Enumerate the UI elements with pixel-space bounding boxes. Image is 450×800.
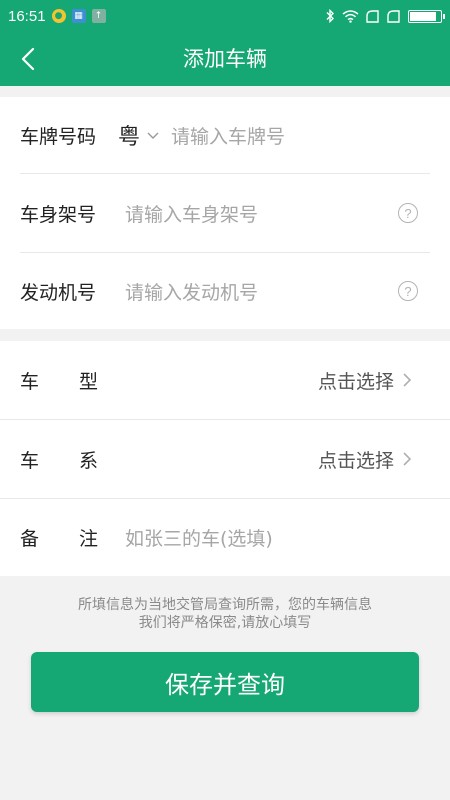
plate-row: 车牌号码 粤 请输入车牌号	[0, 97, 450, 173]
series-value: 点击选择	[317, 449, 394, 472]
save-and-query-button[interactable]: 保存并查询	[31, 652, 419, 712]
bluetooth-icon	[326, 9, 334, 23]
engine-number-input[interactable]: 请输入发动机号	[125, 278, 258, 305]
app-notification-icon: ▦	[71, 9, 86, 23]
plate-label: 车牌号码	[20, 125, 97, 148]
notice-line-1: 所填信息为当地交管局查询所需，您的车辆信息	[78, 597, 372, 613]
province-select[interactable]: 粤	[118, 119, 160, 151]
frame-help-icon[interactable]: ?	[398, 203, 418, 223]
signal-icon	[366, 9, 379, 23]
engine-label: 发动机号	[20, 281, 97, 304]
chevron-right-icon	[403, 452, 412, 466]
series-label: 车系	[20, 446, 98, 473]
series-label-char-2: 系	[79, 449, 99, 472]
engine-row: 发动机号 请输入发动机号 ?	[0, 253, 450, 329]
model-select[interactable]: 点击选择	[318, 367, 412, 394]
status-time: 16:51	[8, 7, 46, 25]
province-value: 粤	[118, 125, 141, 150]
frame-label: 车身架号	[20, 203, 97, 226]
vehicle-id-section: 车牌号码 粤 请输入车牌号 车身架号 请输入车身架号 ? 发动机号 请输入发动机…	[0, 97, 450, 329]
remark-label: 备注	[20, 524, 98, 551]
page-title: 添加车辆	[183, 47, 267, 71]
vehicle-details-section: 车型 点击选择 车系 点击选择 备注 如张三的车(选填)	[0, 341, 450, 576]
engine-help-icon[interactable]: ?	[398, 281, 418, 301]
notification-icon: ●	[51, 9, 66, 23]
remark-label-char-2: 注	[79, 528, 99, 550]
model-label-char-1: 车	[20, 370, 40, 393]
notice-line-2: 我们将严格保密,请放心填写	[138, 615, 312, 631]
chevron-left-icon	[21, 47, 35, 71]
chevron-down-icon	[147, 132, 159, 139]
upload-icon: ↑	[91, 9, 106, 23]
remark-input[interactable]: 如张三的车(选填)	[125, 524, 273, 551]
frame-number-input[interactable]: 请输入车身架号	[125, 200, 258, 227]
status-bar: 16:51 ● ▦ ↑	[0, 0, 450, 32]
signal-icon-2	[387, 9, 400, 23]
battery-icon	[408, 9, 445, 23]
remark-row: 备注 如张三的车(选填)	[0, 499, 450, 576]
privacy-notice: 所填信息为当地交管局查询所需，您的车辆信息 我们将严格保密,请放心填写	[40, 596, 410, 632]
remark-label-char-1: 备	[20, 528, 40, 550]
chevron-right-icon	[403, 373, 412, 387]
model-label-char-2: 型	[79, 370, 99, 393]
back-button[interactable]	[10, 41, 46, 77]
plate-input[interactable]: 请输入车牌号	[171, 122, 285, 149]
model-label: 车型	[20, 367, 98, 394]
frame-row: 车身架号 请输入车身架号 ?	[0, 174, 450, 252]
model-row[interactable]: 车型 点击选择	[0, 341, 450, 419]
wifi-icon	[342, 9, 359, 23]
series-row[interactable]: 车系 点击选择	[0, 420, 450, 498]
model-value: 点击选择	[317, 370, 394, 393]
series-label-char-1: 车	[20, 449, 40, 472]
series-select[interactable]: 点击选择	[318, 446, 412, 473]
nav-bar: 添加车辆	[0, 32, 450, 86]
